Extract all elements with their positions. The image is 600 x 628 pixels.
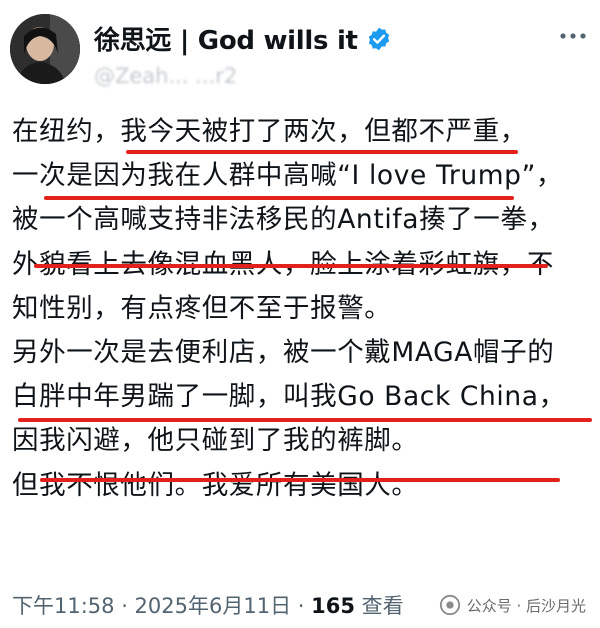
post-line: 因我闪避，他只碰到了我的裤脚。 <box>12 425 419 457</box>
watermark-text: 公众号 · 后沙月光 <box>466 596 586 615</box>
red-underline <box>40 478 560 482</box>
red-underline <box>44 196 514 200</box>
post-header: 徐思远 | God wills it @Zeah... ...r2 <box>10 14 590 94</box>
post-line: 白胖中年男踹了一脚，叫我Go Back China， <box>12 381 566 413</box>
user-handle: @Zeah... ...r2 <box>94 64 238 88</box>
post-timestamp[interactable]: 下午11:58 · 2025年6月11日 · <box>12 594 311 618</box>
post-line: 在纽约，我今天被打了两次，但都不严重， <box>12 116 527 147</box>
name-row: 徐思远 | God wills it <box>94 20 392 57</box>
post-line: 被一个高喊支持非法移民的Antifa揍了一拳， <box>12 204 555 236</box>
post-text: 在纽约，我今天被打了两次，但都不严重， 一次是因为我在人群中高喊“I love … <box>12 110 594 508</box>
more-options-icon[interactable] <box>558 26 588 46</box>
display-name[interactable]: 徐思远 | God wills it <box>94 20 358 57</box>
watermark: 公众号 · 后沙月光 <box>434 592 590 618</box>
verified-badge-icon <box>368 27 389 50</box>
wechat-official-account-icon <box>439 594 460 616</box>
red-underline <box>126 150 518 154</box>
post-line: 知性别，有点疼但不至于报警。 <box>12 292 392 324</box>
view-label: 查看 <box>354 594 404 618</box>
avatar[interactable] <box>10 14 80 84</box>
red-underline <box>18 418 592 422</box>
post-line: 另外一次是去便利店，被一个戴MAGA帽子的 <box>12 336 555 368</box>
post-line: 但我不恨他们。我爱所有美国人。 <box>12 469 419 501</box>
view-count: 165 <box>311 594 355 618</box>
red-underline <box>34 264 548 268</box>
post-line: 一次是因为我在人群中高喊“I love Trump”， <box>12 160 564 192</box>
